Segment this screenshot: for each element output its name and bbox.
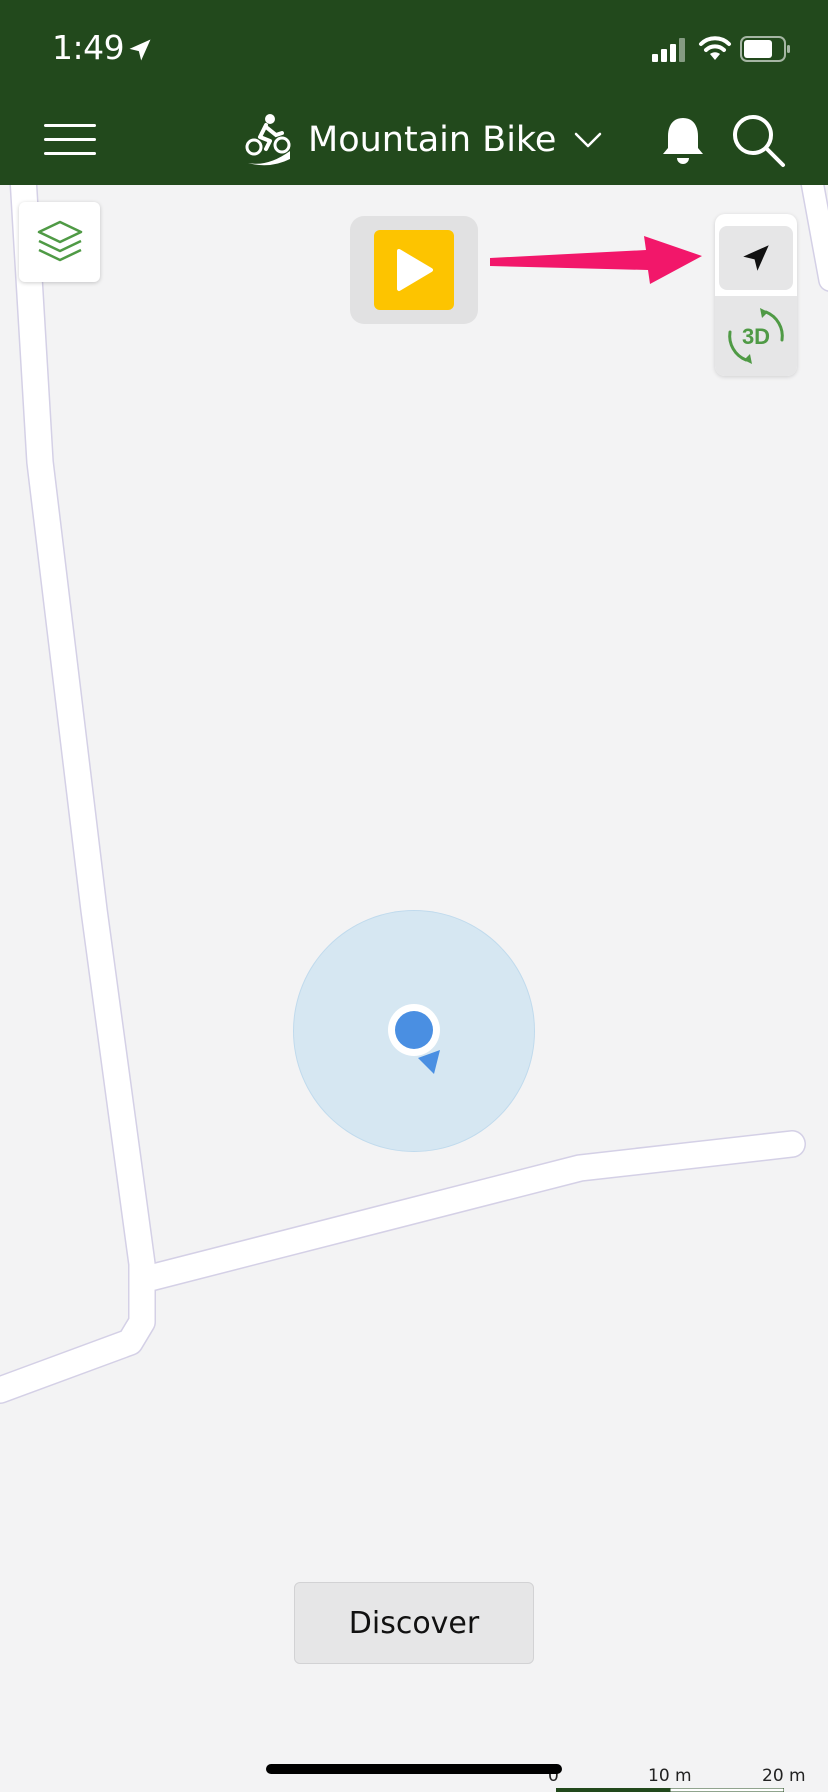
status-bar: 1:49 [0,0,828,88]
user-location-marker [388,1004,440,1074]
battery-icon [740,36,790,62]
record-button[interactable] [350,216,478,324]
layers-icon [37,220,82,262]
chevron-down-icon [575,132,602,148]
mountain-bike-icon [245,114,291,166]
rotate-3d-icon: 3D [728,308,784,364]
hamburger-menu-icon[interactable] [44,122,96,158]
cellular-signal-icon [652,38,685,62]
record-button-face [374,230,454,310]
search-icon[interactable] [730,112,786,168]
map-layers-button[interactable] [19,202,100,282]
map-controls: 3D [715,214,797,376]
home-indicator[interactable] [266,1764,562,1774]
status-time: 1:49 [52,28,125,67]
scale-bar [556,1788,784,1792]
annotation-arrow [490,236,702,284]
3d-label: 3D [742,324,770,349]
bell-icon[interactable] [660,114,706,166]
discover-button[interactable]: Discover [294,1582,534,1664]
wifi-icon [699,36,731,60]
scale-label-10m: 10 m [648,1766,692,1786]
navigation-arrow-icon [743,245,769,271]
locate-me-button[interactable] [719,226,793,290]
scale-label-20m: 20 m [762,1766,806,1786]
activity-label: Mountain Bike [308,120,557,160]
activity-selector[interactable]: Mountain Bike [244,112,602,168]
play-icon [397,249,433,291]
location-arrow-icon [129,39,151,61]
3d-view-button[interactable]: 3D [715,296,797,376]
